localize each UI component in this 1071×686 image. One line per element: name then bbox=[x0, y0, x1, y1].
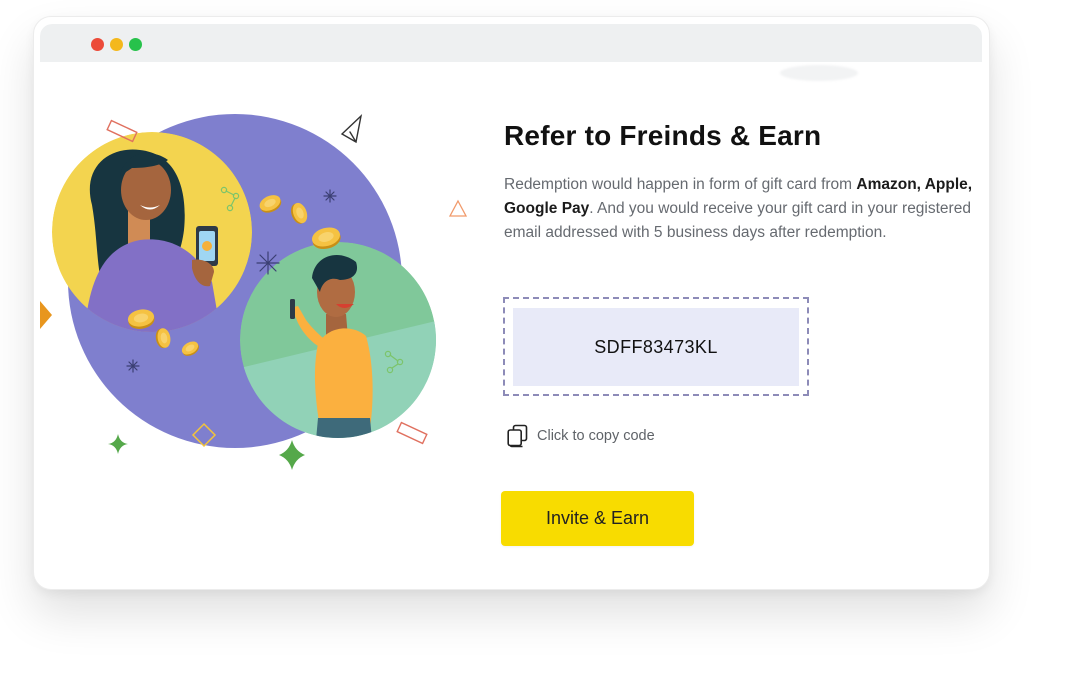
copy-code-action[interactable]: Click to copy code bbox=[507, 424, 655, 448]
referral-code[interactable]: SDFF83473KL bbox=[513, 308, 799, 386]
copy-icon[interactable] bbox=[507, 424, 529, 448]
man-figure bbox=[240, 242, 436, 438]
referral-illustration bbox=[40, 113, 468, 470]
decorative-smudge bbox=[780, 65, 858, 81]
invite-earn-button[interactable]: Invite & Earn bbox=[501, 491, 694, 546]
redemption-description: Redemption would happen in form of gift … bbox=[504, 173, 994, 245]
description-start: Redemption would happen in form of gift … bbox=[504, 176, 857, 193]
copy-code-label[interactable]: Click to copy code bbox=[537, 428, 655, 444]
page-title: Refer to Freinds & Earn bbox=[504, 120, 822, 151]
